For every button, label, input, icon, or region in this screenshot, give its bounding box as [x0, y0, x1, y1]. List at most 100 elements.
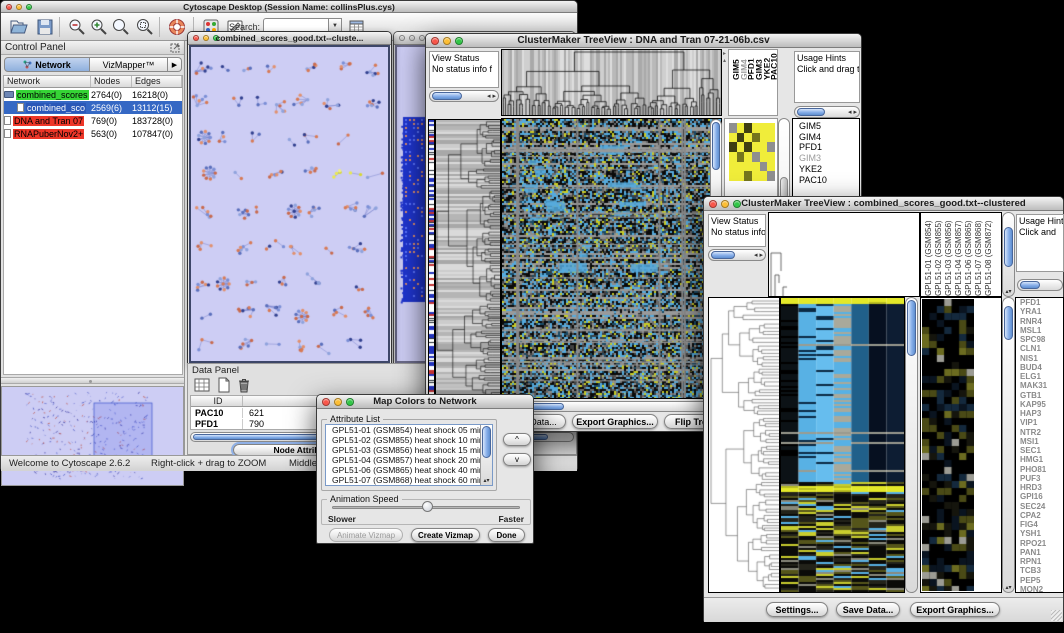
row-label[interactable]: GIM5	[796, 121, 859, 132]
gene-label[interactable]: PFD1	[1018, 298, 1063, 307]
column-label[interactable]: PFD1	[746, 53, 754, 80]
col-edges[interactable]: Edges	[132, 76, 182, 87]
heatmap-canvas[interactable]	[502, 119, 721, 398]
gene-label[interactable]: PUF3	[1018, 474, 1063, 483]
tab-network[interactable]: Network	[4, 57, 90, 72]
close-icon[interactable]	[399, 35, 405, 41]
gene-label[interactable]: MON2	[1018, 585, 1063, 593]
gene-label[interactable]: SEC1	[1018, 446, 1063, 455]
gene-label[interactable]: RPN1	[1018, 557, 1063, 566]
gene-label[interactable]: YSH1	[1018, 529, 1063, 538]
zoom-in-icon[interactable]	[89, 17, 109, 37]
tv1-column-dendrogram[interactable]	[501, 49, 722, 116]
zoom-selected-icon[interactable]	[135, 17, 155, 37]
main-titlebar[interactable]: Cytoscape Desktop (Session Name: collins…	[1, 1, 577, 13]
new-file-icon[interactable]	[216, 377, 232, 393]
gene-label[interactable]: FIG4	[1018, 520, 1063, 529]
tv2-status-scroll[interactable]: ◂ ▸	[708, 249, 766, 261]
scroll-arrows[interactable]: ◂ ▸	[848, 107, 857, 117]
gene-label[interactable]: BUD4	[1018, 363, 1063, 372]
column-label[interactable]: GPL51-08 (GSM872)	[984, 215, 994, 296]
resize-grip[interactable]	[1051, 610, 1062, 621]
tv2-column-dendrogram[interactable]	[768, 212, 920, 297]
tv2-heatmap-vscroll[interactable]	[905, 297, 918, 593]
treeview2-titlebar[interactable]: ClusterMaker TreeView : combined_scores_…	[704, 197, 1063, 211]
treeview1-titlebar[interactable]: ClusterMaker TreeView : DNA and Tran 07-…	[426, 34, 861, 48]
network-overview-panel[interactable]	[1, 386, 184, 486]
matrix-view-icon[interactable]	[194, 377, 210, 393]
save-icon[interactable]	[35, 17, 55, 37]
tv2-row-dendrogram[interactable]	[708, 297, 780, 593]
animate-vizmap-button[interactable]: Animate Vizmap	[329, 528, 403, 542]
gene-label[interactable]: VIP1	[1018, 418, 1063, 427]
panel-splitter[interactable]	[1, 377, 184, 384]
tv2-zoom-panel[interactable]	[920, 297, 1002, 593]
tv2-labels-vscroll[interactable]: ▴▾	[1002, 212, 1015, 297]
gene-label[interactable]: HAP3	[1018, 409, 1063, 418]
gene-label[interactable]: GTB1	[1018, 391, 1063, 400]
column-dendrogram-canvas[interactable]	[502, 50, 721, 115]
zoom-heatmap-canvas[interactable]	[922, 299, 974, 591]
tab-more-button[interactable]: ▶	[168, 57, 182, 72]
tv1-status-scroll[interactable]: ◂ ▸	[429, 90, 499, 102]
tv2-usage-scroll[interactable]	[1017, 279, 1063, 291]
tv1-heatmap-hscroll[interactable]	[501, 401, 722, 412]
move-up-button[interactable]: ^	[503, 433, 531, 446]
tv2-gene-list[interactable]: PFD1YRA1RNR4MSL1SPC98CLN1NIS1BUD4ELG1MAK…	[1015, 297, 1064, 593]
row-dendrogram-canvas[interactable]	[436, 120, 500, 398]
zoom-fit-icon[interactable]	[111, 17, 131, 37]
column-label[interactable]: GPL51-03 (GSM856)	[944, 215, 954, 296]
tab-vizmapper[interactable]: VizMapper™	[90, 57, 168, 72]
tv1-usage-scroll[interactable]: ◂ ▸	[794, 106, 860, 118]
row-dendrogram-canvas[interactable]	[709, 298, 779, 592]
settings-button[interactable]: Settings...	[766, 602, 828, 617]
tv2-heatmap[interactable]	[780, 297, 905, 593]
network1-canvas[interactable]	[191, 47, 390, 363]
attribute-item[interactable]: GPL51-04 (GSM857) heat shock 20 min	[329, 455, 480, 465]
attribute-item[interactable]: GPL51-02 (GSM855) heat shock 10 min	[329, 435, 480, 445]
network-table-row[interactable]: combined_sco 2569(6) 13112(15)	[4, 101, 182, 114]
gene-label[interactable]: NIS1	[1018, 354, 1063, 363]
move-down-button[interactable]: v	[503, 453, 531, 466]
attribute-item[interactable]: GPL51-06 (GSM865) heat shock 40 min	[329, 465, 480, 475]
help-lifering-icon[interactable]	[167, 17, 187, 37]
col-id[interactable]: ID	[191, 396, 243, 406]
attribute-item[interactable]: GPL51-01 (GSM854) heat shock 05 min	[329, 425, 480, 435]
column-dendrogram-canvas[interactable]	[769, 213, 919, 296]
tv2-genes-vscroll[interactable]: ▴▾	[1002, 297, 1015, 593]
gene-label[interactable]: KAP95	[1018, 400, 1063, 409]
scroll-arrows[interactable]: ▴▾	[1003, 585, 1014, 591]
column-label[interactable]: GPL51-01 (GSM854)	[924, 215, 934, 296]
gene-label[interactable]: SPC98	[1018, 335, 1063, 344]
minimize-icon[interactable]	[409, 35, 415, 41]
done-button[interactable]: Done	[488, 528, 525, 542]
gene-label[interactable]: HMG1	[1018, 455, 1063, 464]
scroll-thumb[interactable]	[907, 300, 916, 356]
scroll-arrows[interactable]: ◂ ▸	[487, 91, 496, 101]
gene-label[interactable]: MSI1	[1018, 437, 1063, 446]
gene-label[interactable]: CPA2	[1018, 511, 1063, 520]
scroll-thumb[interactable]	[1004, 306, 1013, 340]
network1-titlebar[interactable]: combined_scores_good.txt--cluste...	[188, 32, 391, 45]
correlation-matrix[interactable]	[729, 123, 775, 181]
gene-label[interactable]: ELG1	[1018, 372, 1063, 381]
gene-label[interactable]: PEP5	[1018, 576, 1063, 585]
gene-label[interactable]: GPI16	[1018, 492, 1063, 501]
gene-label[interactable]: NTR2	[1018, 428, 1063, 437]
scroll-arrows[interactable]: ▴▾	[1003, 289, 1014, 295]
export-graphics-button[interactable]: Export Graphics...	[910, 602, 1000, 617]
scroll-thumb[interactable]	[797, 108, 825, 116]
scroll-arrows[interactable]: ◂ ▸	[754, 250, 763, 260]
save-data-button[interactable]: Save Data...	[836, 602, 900, 617]
scroll-thumb[interactable]	[1020, 281, 1040, 289]
gene-label[interactable]: YRA1	[1018, 307, 1063, 316]
row-label[interactable]: PFD1	[796, 142, 859, 153]
attribute-listbox[interactable]: GPL51-01 (GSM854) heat shock 05 minGPL51…	[325, 424, 493, 486]
tv1-row-dendrogram[interactable]	[435, 119, 501, 399]
gene-label[interactable]: CLN1	[1018, 344, 1063, 353]
network-table-row[interactable]: DNA and Tran 07 769(0) 183728(0)	[4, 114, 182, 127]
network-table-header[interactable]: Network Nodes Edges	[4, 76, 182, 88]
col-network[interactable]: Network	[4, 76, 91, 87]
speed-slider-thumb[interactable]	[422, 501, 433, 512]
attribute-item[interactable]: GPL51-03 (GSM856) heat shock 15 min	[329, 445, 480, 455]
